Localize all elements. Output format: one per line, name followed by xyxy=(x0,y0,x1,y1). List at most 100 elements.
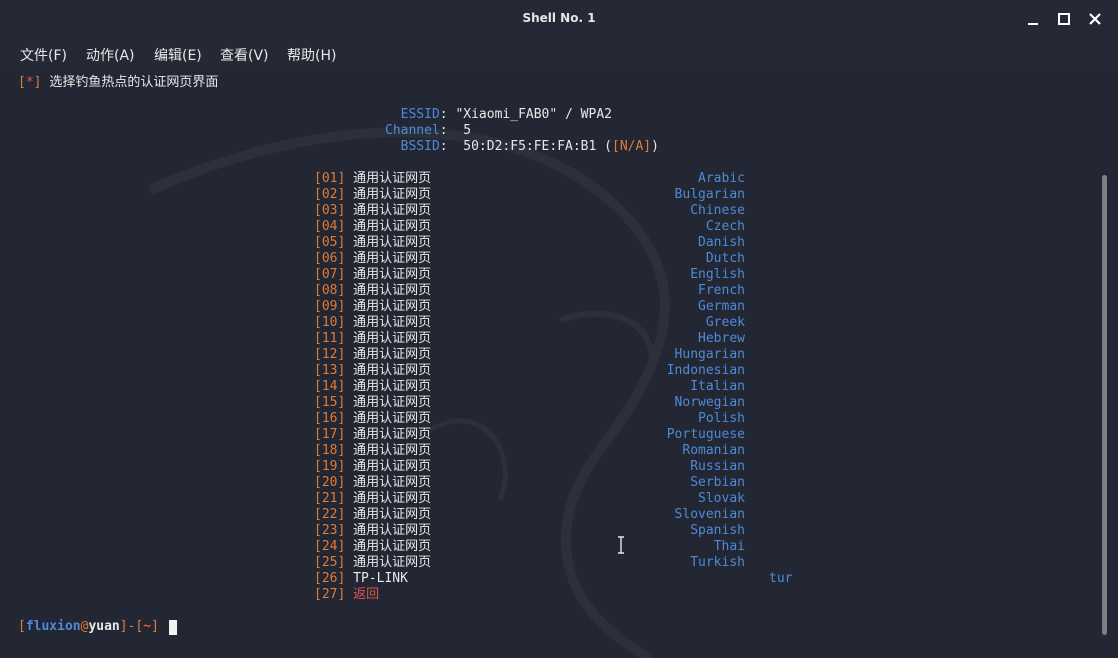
option-row[interactable]: [04] 通用认证网页 xyxy=(314,219,431,235)
option-name: TP-LINK xyxy=(353,571,408,586)
prompt-host: yuan xyxy=(88,619,120,634)
option-lang: Greek xyxy=(705,315,745,330)
scrollbar-thumb[interactable] xyxy=(1102,175,1107,635)
essid-label: ESSID xyxy=(400,107,440,122)
menu-help[interactable]: 帮助(H) xyxy=(287,45,336,65)
option-row[interactable]: [13] 通用认证网页 xyxy=(314,363,431,379)
bssid-vendor: [N/A] xyxy=(612,139,652,154)
menu-file[interactable]: 文件(F) xyxy=(20,45,67,65)
option-lang: Hebrew xyxy=(698,331,745,346)
option-name: 通用认证网页 xyxy=(353,219,432,234)
option-name: 通用认证网页 xyxy=(353,331,432,346)
header-text: 选择钓鱼热点的认证网页界面 xyxy=(49,75,219,90)
channel-value: 5 xyxy=(463,123,472,138)
option-name: 通用认证网页 xyxy=(353,443,432,458)
option-name: 通用认证网页 xyxy=(353,203,432,218)
header-line: [*] 选择钓鱼热点的认证网页界面 xyxy=(18,75,219,90)
option-lang: Chinese xyxy=(690,203,745,218)
option-lang: Bulgarian xyxy=(674,187,745,202)
option-row-27[interactable]: [27] 返回 xyxy=(314,587,379,603)
bssid-value: 50:D2:F5:FE:FA:B1 xyxy=(463,139,597,154)
option-lang: Hungarian xyxy=(674,347,745,362)
option-lang: Czech xyxy=(705,219,745,234)
option-row[interactable]: [16] 通用认证网页 xyxy=(314,411,431,427)
option-row-26[interactable]: [26] TP-LINK xyxy=(314,571,408,587)
option-back: 返回 xyxy=(353,587,380,602)
option-row[interactable]: [17] 通用认证网页 xyxy=(314,427,431,443)
option-row[interactable]: [11] 通用认证网页 xyxy=(314,331,431,347)
option-row[interactable]: [18] 通用认证网页 xyxy=(314,443,431,459)
bssid-line: BSSID: 50:D2:F5:FE:FA:B1 ([N/A]) xyxy=(400,139,659,154)
option-row[interactable]: [15] 通用认证网页 xyxy=(314,395,431,411)
option-row[interactable]: [23] 通用认证网页 xyxy=(314,523,431,539)
option-row[interactable]: [08] 通用认证网页 xyxy=(314,283,431,299)
option-lang: French xyxy=(698,283,745,298)
option-row[interactable]: [02] 通用认证网页 xyxy=(314,187,431,203)
option-lang: German xyxy=(698,299,745,314)
bssid-label: BSSID xyxy=(400,139,440,154)
option-lang: Polish xyxy=(698,411,745,426)
option-row[interactable]: [10] 通用认证网页 xyxy=(314,315,431,331)
option-row[interactable]: [12] 通用认证网页 xyxy=(314,347,431,363)
option-lang: Russian xyxy=(690,459,745,474)
option-name: 通用认证网页 xyxy=(353,539,432,554)
option-row[interactable]: [03] 通用认证网页 xyxy=(314,203,431,219)
option-name: 通用认证网页 xyxy=(353,347,432,362)
close-icon[interactable] xyxy=(1086,10,1104,28)
ibeam-cursor-icon xyxy=(618,536,624,554)
option-name: 通用认证网页 xyxy=(353,299,432,314)
option-row[interactable]: [14] 通用认证网页 xyxy=(314,379,431,395)
prompt-dir: ~ xyxy=(143,619,152,634)
option-row[interactable]: [06] 通用认证网页 xyxy=(314,251,431,267)
title-bar: Shell No. 1 xyxy=(0,0,1118,38)
menu-view[interactable]: 查看(V) xyxy=(220,45,269,65)
option-lang: Dutch xyxy=(705,251,745,266)
option-lang: Italian xyxy=(690,379,745,394)
menu-action[interactable]: 动作(A) xyxy=(86,45,135,65)
option-name: 通用认证网页 xyxy=(353,427,432,442)
option-lang: Slovak xyxy=(698,491,745,506)
option-name: 通用认证网页 xyxy=(353,283,432,298)
option-lang: Slovenian xyxy=(674,507,745,522)
option-row[interactable]: [22] 通用认证网页 xyxy=(314,507,431,523)
option-name: 通用认证网页 xyxy=(353,235,432,250)
option-name: 通用认证网页 xyxy=(353,411,432,426)
minimize-icon[interactable] xyxy=(1024,10,1042,28)
shell-prompt: [fluxion@yuan]-[~] xyxy=(18,619,159,634)
option-row[interactable]: [19] 通用认证网页 xyxy=(314,459,431,475)
option-lang: Romanian xyxy=(682,443,745,458)
prompt-user: fluxion xyxy=(25,619,81,634)
terminal-output[interactable] xyxy=(0,70,1100,658)
text-cursor xyxy=(169,620,177,635)
option-lang: Spanish xyxy=(690,523,745,538)
option-name: 通用认证网页 xyxy=(353,363,432,378)
option-name: 通用认证网页 xyxy=(353,171,432,186)
option-row[interactable]: [09] 通用认证网页 xyxy=(314,299,431,315)
option-name: 通用认证网页 xyxy=(353,251,432,266)
option-lang: Norwegian xyxy=(674,395,745,410)
option-row[interactable]: [20] 通用认证网页 xyxy=(314,475,431,491)
option-row[interactable]: [24] 通用认证网页 xyxy=(314,539,431,555)
option-lang: English xyxy=(690,267,745,282)
option-lang: tur xyxy=(769,571,793,586)
option-row[interactable]: [21] 通用认证网页 xyxy=(314,491,431,507)
maximize-icon[interactable] xyxy=(1055,10,1073,28)
menu-bar: 文件(F) 动作(A) 编辑(E) 查看(V) 帮助(H) xyxy=(0,38,1118,70)
option-lang: Portuguese xyxy=(666,427,745,442)
channel-line: Channel: 5 xyxy=(385,123,472,138)
option-lang: Danish xyxy=(698,235,745,250)
essid-line: ESSID: "Xiaomi_FAB0" / WPA2 xyxy=(400,107,612,122)
option-name: 通用认证网页 xyxy=(353,267,432,282)
option-row[interactable]: [05] 通用认证网页 xyxy=(314,235,431,251)
option-name: 通用认证网页 xyxy=(353,523,432,538)
menu-edit[interactable]: 编辑(E) xyxy=(154,45,202,65)
option-row[interactable]: [01] 通用认证网页 xyxy=(314,171,431,187)
option-lang: Arabic xyxy=(698,171,745,186)
option-lang: Thai xyxy=(713,539,745,554)
option-row[interactable]: [07] 通用认证网页 xyxy=(314,267,431,283)
window-title: Shell No. 1 xyxy=(522,11,596,25)
option-name: 通用认证网页 xyxy=(353,395,432,410)
channel-label: Channel xyxy=(385,123,440,138)
option-name: 通用认证网页 xyxy=(353,555,432,570)
option-row[interactable]: [25] 通用认证网页 xyxy=(314,555,431,571)
